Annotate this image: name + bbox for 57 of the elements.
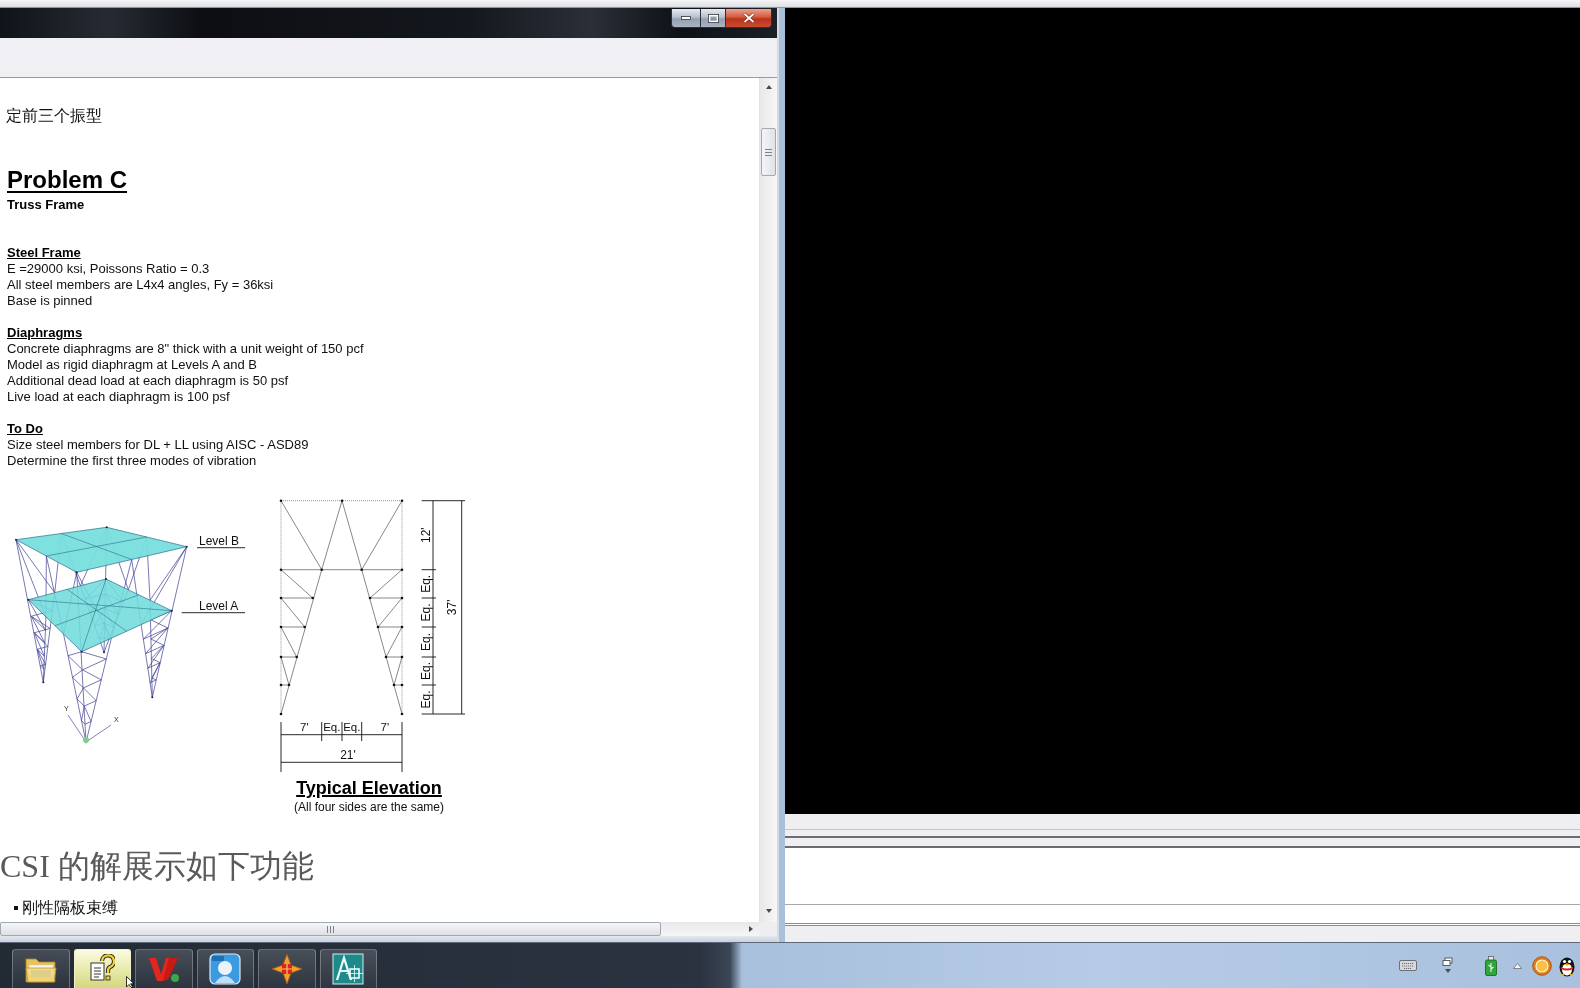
text-line: Concrete diaphragms are 8" thick with a unit weight of 150 pcf — [7, 341, 364, 357]
document-subtitle: Truss Frame — [7, 197, 85, 213]
usb-drive-icon[interactable] — [1485, 955, 1497, 976]
folder-icon — [24, 955, 57, 983]
minimize-button[interactable] — [671, 9, 701, 28]
four-point-star-icon — [270, 953, 303, 985]
chevron-logo-icon — [146, 955, 181, 983]
scrollbar-thumb[interactable] — [761, 128, 776, 176]
section-heading: Diaphragms — [7, 325, 83, 341]
text-line: 定前三个振型 — [6, 106, 102, 126]
text-line: Base is pinned — [7, 293, 93, 309]
figure-note: (All four sides are the same) — [293, 799, 445, 815]
help-document-icon — [89, 954, 116, 984]
text-line: Determine the first three modes of vibration — [7, 453, 257, 469]
dimension-label: 7' — [300, 721, 309, 733]
text-line: Additional dead load at each diaphragm is 50 psf — [7, 373, 289, 389]
show-hidden-icons-arrow-icon[interactable] — [1513, 962, 1522, 969]
dimension-label: Eq. — [419, 574, 433, 593]
down-arrow-icon — [764, 907, 773, 914]
dimension-label: Eq. — [419, 603, 433, 622]
dimension-label: 21' — [340, 747, 356, 762]
close-icon — [742, 13, 755, 23]
section-heading: Steel Frame — [7, 245, 81, 261]
dimension-label: 7' — [380, 721, 390, 733]
dimension-label: Eq. — [343, 721, 361, 733]
close-button[interactable] — [726, 9, 772, 28]
dimension-label: Eq. — [419, 662, 433, 680]
text-line: Live load at each diaphragm is 100 psf — [7, 389, 230, 405]
dimension-label: Eq. — [419, 633, 433, 651]
text-line: Model as rigid diaphragm at Levels A and B — [7, 357, 258, 373]
dimension-label: 12' — [419, 527, 433, 543]
section-heading: CSI 的解展示如下功能 — [0, 848, 314, 884]
maximize-icon — [707, 13, 719, 23]
dimension-label: Eq. — [419, 690, 433, 709]
coin-icon[interactable] — [1532, 955, 1552, 976]
dimension-label: Eq. — [323, 721, 341, 733]
vertical-scrollbar[interactable] — [759, 78, 777, 922]
keyboard-icon[interactable] — [1399, 960, 1417, 971]
bullet-icon — [14, 906, 18, 910]
dimension-label: 37' — [445, 599, 459, 616]
window-switch-icon[interactable] — [1442, 956, 1454, 975]
bullet-text: 刚性隔板束缚 — [22, 898, 118, 918]
up-arrow-icon — [764, 83, 773, 90]
figure-caption: Typical Elevation — [296, 778, 442, 798]
text-line: Size steel members for DL + LL using AISC - ASD89 — [7, 437, 309, 453]
level-label: Level A — [181, 598, 246, 614]
drafting-logo-icon — [332, 953, 365, 985]
level-label: Level B — [196, 533, 246, 549]
maximize-button[interactable] — [701, 9, 726, 28]
taskbar-button[interactable] — [73, 949, 131, 988]
text-line: E =29000 ksi, Poissons Ratio = 0.3 — [7, 261, 210, 277]
document-title: Problem C — [7, 166, 128, 194]
app-tile-icon — [209, 953, 242, 985]
minimize-icon — [681, 16, 691, 20]
section-heading: To Do — [7, 421, 43, 437]
mouse-cursor-icon — [126, 976, 136, 988]
text-line: All steel members are L4x4 angles, Fy = 36ksi — [7, 277, 274, 293]
